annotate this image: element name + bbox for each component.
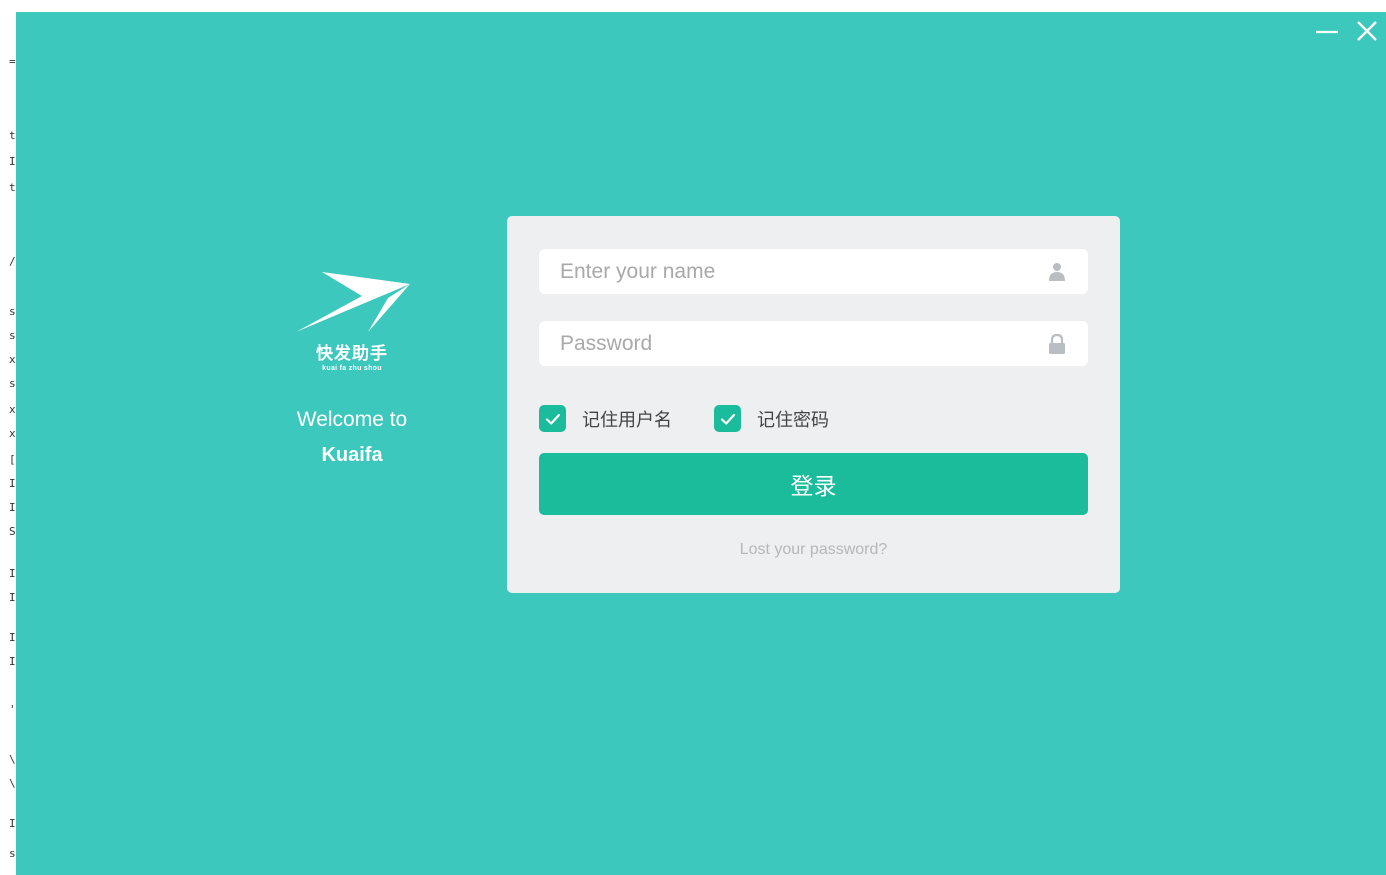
minimize-button[interactable] [1314, 18, 1340, 44]
remember-password-label: 记住密码 [757, 409, 829, 431]
welcome-text: Welcome to [296, 408, 408, 431]
password-input[interactable] [539, 321, 1088, 366]
brand-chinese-name: 快发助手 [316, 344, 388, 364]
login-button[interactable]: 登录 [539, 453, 1088, 515]
remember-password-checkbox[interactable] [714, 405, 741, 432]
password-field [539, 321, 1088, 366]
login-window: 快发助手 kuai fa zhu shou Welcome to Kuaifa [16, 12, 1386, 875]
username-field [539, 249, 1088, 294]
checkmark-icon [545, 413, 560, 425]
window-controls [1314, 18, 1380, 44]
close-icon [1357, 21, 1377, 41]
remember-options: 记住用户名 记住密码 [539, 405, 871, 432]
login-card: 记住用户名 记住密码 登录 Lost your password? [507, 216, 1120, 593]
checkmark-icon [720, 413, 735, 425]
remember-username-checkbox[interactable] [539, 405, 566, 432]
lost-password-link[interactable]: Lost your password? [507, 541, 1120, 559]
close-button[interactable] [1354, 18, 1380, 44]
arrow-logo-icon [296, 272, 410, 332]
app-name: Kuaifa [321, 444, 383, 466]
username-input[interactable] [539, 249, 1088, 294]
remember-username-label: 记住用户名 [582, 409, 672, 431]
brand-pinyin: kuai fa zhu shou [322, 365, 382, 372]
minimize-icon [1316, 30, 1338, 34]
remember-password-option[interactable]: 记住密码 [714, 405, 829, 432]
background-window-edge: = t I t / s s x s x x [ I I S I I I I ' … [0, 0, 16, 875]
user-icon [1049, 263, 1065, 281]
brand-panel: 快发助手 kuai fa zhu shou Welcome to Kuaifa [272, 268, 432, 467]
remember-username-option[interactable]: 记住用户名 [539, 405, 672, 432]
lock-icon [1049, 333, 1065, 354]
